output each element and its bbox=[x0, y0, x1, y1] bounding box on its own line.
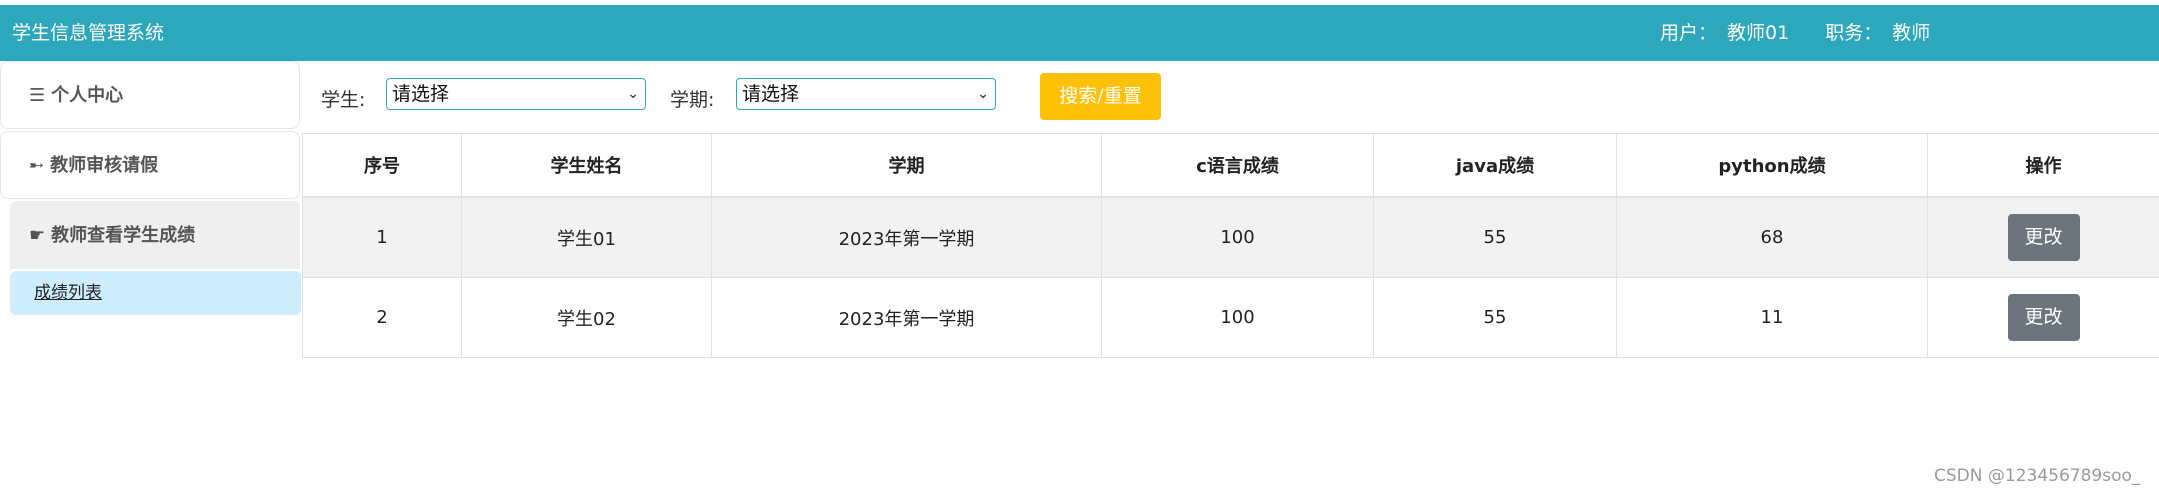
cell-name: 学生01 bbox=[461, 197, 712, 278]
sidebar-subitem-grade-list[interactable]: 成绩列表 bbox=[10, 271, 301, 315]
app-title: 学生信息管理系统 bbox=[12, 22, 165, 44]
column-header-java-score: java成绩 bbox=[1373, 133, 1617, 198]
column-header-action: 操作 bbox=[1927, 133, 2159, 198]
term-select[interactable]: 请选择 ⌄ bbox=[736, 78, 996, 110]
search-reset-button[interactable]: 搜索/重置 bbox=[1040, 73, 1161, 120]
edit-button[interactable]: 更改 bbox=[2007, 214, 2080, 261]
user-info: 用户： 教师01 职务： 教师 bbox=[1660, 5, 1940, 61]
cell-java-score: 55 bbox=[1373, 197, 1617, 278]
sidebar-item-label: 个人中心 bbox=[51, 85, 124, 106]
chevron-down-icon: ⌄ bbox=[627, 86, 639, 102]
term-filter-label: 学期: bbox=[670, 89, 715, 111]
cell-java-score: 55 bbox=[1373, 277, 1617, 358]
cell-action: 更改 bbox=[1927, 197, 2159, 278]
cell-no: 1 bbox=[302, 197, 462, 278]
menu-icon: ☰ bbox=[29, 85, 46, 106]
column-header-name: 学生姓名 bbox=[461, 133, 712, 198]
term-select-value: 请选择 bbox=[742, 83, 800, 105]
user-label: 用户： bbox=[1660, 22, 1718, 44]
role-name: 教师 bbox=[1892, 22, 1931, 44]
sidebar-item-personal-center[interactable]: ☰ 个人中心 bbox=[0, 61, 300, 129]
key-icon: ➸ bbox=[29, 155, 45, 176]
student-select[interactable]: 请选择 ⌄ bbox=[386, 78, 646, 110]
cell-python-score: 68 bbox=[1616, 197, 1928, 278]
cell-c-score: 100 bbox=[1101, 277, 1374, 358]
column-header-term: 学期 bbox=[711, 133, 1102, 198]
column-header-python-score: python成绩 bbox=[1616, 133, 1928, 198]
table-header-row: 序号 学生姓名 学期 c语言成绩 java成绩 python成绩 操作 bbox=[302, 133, 2159, 198]
sidebar-item-view-grades[interactable]: ☛ 教师查看学生成绩 bbox=[10, 201, 300, 269]
table-row: 2 学生02 2023年第一学期 100 55 11 更改 bbox=[302, 277, 2159, 358]
user-name: 教师01 bbox=[1727, 22, 1790, 44]
watermark: CSDN @123456789soo_ bbox=[1934, 466, 2141, 486]
cell-no: 2 bbox=[302, 277, 462, 358]
student-select-value: 请选择 bbox=[392, 83, 450, 105]
sidebar-item-label: 教师审核请假 bbox=[50, 155, 159, 176]
cell-name: 学生02 bbox=[461, 277, 712, 358]
cell-c-score: 100 bbox=[1101, 197, 1374, 278]
pointing-hand-icon: ☛ bbox=[29, 225, 46, 246]
filter-bar: 学生: 请选择 ⌄ 学期: 请选择 ⌄ 搜索/重置 bbox=[302, 61, 2159, 133]
cell-term: 2023年第一学期 bbox=[711, 277, 1102, 358]
column-header-c-score: c语言成绩 bbox=[1101, 133, 1374, 198]
cell-action: 更改 bbox=[1927, 277, 2159, 358]
edit-button[interactable]: 更改 bbox=[2007, 294, 2080, 341]
student-filter-label: 学生: bbox=[321, 89, 366, 111]
sidebar-item-label: 教师查看学生成绩 bbox=[51, 225, 196, 246]
grades-table: 序号 学生姓名 学期 c语言成绩 java成绩 python成绩 操作 1 学生… bbox=[302, 133, 2159, 358]
chevron-down-icon: ⌄ bbox=[977, 86, 989, 102]
column-header-no: 序号 bbox=[302, 133, 462, 198]
table-row: 1 学生01 2023年第一学期 100 55 68 更改 bbox=[302, 197, 2159, 278]
sidebar: ☰ 个人中心 ➸ 教师审核请假 ☛ 教师查看学生成绩 成绩列表 bbox=[0, 61, 302, 496]
cell-python-score: 11 bbox=[1616, 277, 1928, 358]
cell-term: 2023年第一学期 bbox=[711, 197, 1102, 278]
top-header-bar: 学生信息管理系统 用户： 教师01 职务： 教师 bbox=[0, 5, 2159, 61]
role-label: 职务： bbox=[1825, 22, 1883, 44]
sidebar-item-leave-review[interactable]: ➸ 教师审核请假 bbox=[0, 131, 300, 199]
